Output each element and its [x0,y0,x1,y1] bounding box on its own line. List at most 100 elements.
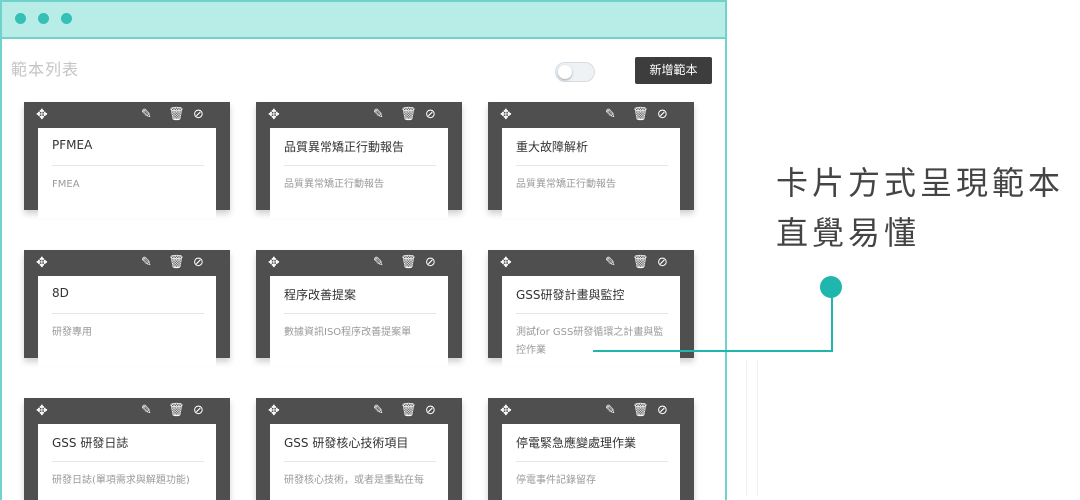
template-card[interactable]: ✥ ✎ 🗑 ⊘ 程序改善提案 數據資訊ISO程序改善提案單 [256,250,462,366]
card-toolbar: ✥ ✎ 🗑 ⊘ [488,250,694,276]
move-icon[interactable]: ✥ [36,403,48,419]
card-body[interactable]: PFMEA FMEA [38,128,216,218]
edit-icon[interactable]: ✎ [141,107,152,123]
card-body[interactable]: GSS 研發核心技術項目 研發核心技術，或者是重點在每 [270,424,448,500]
template-card[interactable]: ✥ ✎ 🗑 ⊘ 8D 研發專用 [24,250,230,366]
card-body[interactable]: GSS 研發日誌 研發日誌(單項需求與解題功能) [38,424,216,500]
edit-icon[interactable]: ✎ [141,403,152,419]
callout-line-2: 直覺易懂 [776,214,921,252]
hide-icon[interactable]: ⊘ [193,403,204,419]
view-toggle[interactable] [555,62,595,82]
callout-connector [593,350,833,352]
edit-icon[interactable]: ✎ [373,255,384,271]
delete-icon[interactable]: 🗑 [632,403,649,419]
edit-icon[interactable]: ✎ [373,403,384,419]
delete-icon[interactable]: 🗑 [400,255,417,271]
delete-icon[interactable]: 🗑 [632,107,649,123]
card-divider [52,165,204,166]
card-body[interactable]: GSS研發計畫與監控 測試for GSS研發循環之計畫與監控作業 [502,276,680,366]
card-description: 研發日誌(單項需求與解題功能) [52,475,190,486]
edit-icon[interactable]: ✎ [141,255,152,271]
card-divider [516,165,668,166]
card-divider [284,165,436,166]
hide-icon[interactable]: ⊘ [657,255,668,271]
delete-icon[interactable]: 🗑 [168,107,185,123]
delete-icon[interactable]: 🗑 [400,107,417,123]
window-dot-icon[interactable] [15,13,26,24]
card-toolbar: ✥ ✎ 🗑 ⊘ [24,102,230,128]
card-description: 品質異常矯正行動報告 [516,179,616,190]
card-description: 研發專用 [52,327,92,338]
card-toolbar: ✥ ✎ 🗑 ⊘ [24,398,230,424]
app-window: 範本列表 新增範本 ✥ ✎ 🗑 ⊘ PFMEA FMEA ✥ ✎ 🗑 ⊘ 品質異… [0,0,727,500]
card-title: GSS研發計畫與監控 [516,288,625,302]
delete-icon[interactable]: 🗑 [632,255,649,271]
card-toolbar: ✥ ✎ 🗑 ⊘ [256,250,462,276]
card-title: GSS 研發核心技術項目 [284,436,409,450]
card-description: 測試for GSS研發循環之計畫與監控作業 [516,327,664,356]
card-title: PFMEA [52,138,93,152]
add-template-button[interactable]: 新增範本 [635,57,712,84]
card-divider [516,313,668,314]
edit-icon[interactable]: ✎ [605,255,616,271]
card-body[interactable]: 8D 研發專用 [38,276,216,366]
hide-icon[interactable]: ⊘ [425,403,436,419]
move-icon[interactable]: ✥ [268,107,280,123]
window-titlebar [2,2,725,39]
card-divider [284,313,436,314]
delete-icon[interactable]: 🗑 [168,403,185,419]
template-card[interactable]: ✥ ✎ 🗑 ⊘ 品質異常矯正行動報告 品質異常矯正行動報告 [256,102,462,218]
template-card[interactable]: ✥ ✎ 🗑 ⊘ GSS 研發核心技術項目 研發核心技術，或者是重點在每 [256,398,462,500]
card-divider [52,313,204,314]
edit-icon[interactable]: ✎ [373,107,384,123]
card-toolbar: ✥ ✎ 🗑 ⊘ [256,102,462,128]
card-title: 8D [52,286,69,300]
template-card[interactable]: ✥ ✎ 🗑 ⊘ 停電緊急應變處理作業 停電事件記錄留存 [488,398,694,500]
card-divider [52,461,204,462]
template-card[interactable]: ✥ ✎ 🗑 ⊘ PFMEA FMEA [24,102,230,218]
move-icon[interactable]: ✥ [268,255,280,271]
hide-icon[interactable]: ⊘ [193,255,204,271]
card-title: 停電緊急應變處理作業 [516,436,637,450]
window-dot-icon[interactable] [38,13,49,24]
hide-icon[interactable]: ⊘ [425,107,436,123]
card-divider [516,461,668,462]
callout-text: 卡片方式呈現範本 直覺易懂 [776,158,1064,258]
card-divider [284,461,436,462]
card-description: 品質異常矯正行動報告 [284,179,384,190]
card-toolbar: ✥ ✎ 🗑 ⊘ [488,398,694,424]
template-card[interactable]: ✥ ✎ 🗑 ⊘ GSS研發計畫與監控 測試for GSS研發循環之計畫與監控作業 [488,250,694,366]
card-body[interactable]: 重大故障解析 品質異常矯正行動報告 [502,128,680,218]
divider [746,360,747,496]
move-icon[interactable]: ✥ [500,403,512,419]
card-toolbar: ✥ ✎ 🗑 ⊘ [488,102,694,128]
template-card[interactable]: ✥ ✎ 🗑 ⊘ GSS 研發日誌 研發日誌(單項需求與解題功能) [24,398,230,500]
card-description: FMEA [52,179,80,190]
card-description: 研發核心技術，或者是重點在每 [284,475,424,486]
page-title: 範本列表 [11,60,80,79]
delete-icon[interactable]: 🗑 [400,403,417,419]
card-title: 重大故障解析 [516,140,589,154]
edit-icon[interactable]: ✎ [605,107,616,123]
callout-connector [831,288,833,352]
move-icon[interactable]: ✥ [500,107,512,123]
template-card[interactable]: ✥ ✎ 🗑 ⊘ 重大故障解析 品質異常矯正行動報告 [488,102,694,218]
hide-icon[interactable]: ⊘ [657,403,668,419]
hide-icon[interactable]: ⊘ [193,107,204,123]
move-icon[interactable]: ✥ [500,255,512,271]
toggle-knob [558,65,572,79]
move-icon[interactable]: ✥ [36,255,48,271]
card-body[interactable]: 停電緊急應變處理作業 停電事件記錄留存 [502,424,680,500]
card-body[interactable]: 品質異常矯正行動報告 品質異常矯正行動報告 [270,128,448,218]
card-body[interactable]: 程序改善提案 數據資訊ISO程序改善提案單 [270,276,448,366]
move-icon[interactable]: ✥ [36,107,48,123]
window-dot-icon[interactable] [61,13,72,24]
hide-icon[interactable]: ⊘ [425,255,436,271]
card-title: 程序改善提案 [284,288,357,302]
card-title: 品質異常矯正行動報告 [284,140,405,154]
delete-icon[interactable]: 🗑 [168,255,185,271]
hide-icon[interactable]: ⊘ [657,107,668,123]
card-description: 數據資訊ISO程序改善提案單 [284,327,412,338]
edit-icon[interactable]: ✎ [605,403,616,419]
move-icon[interactable]: ✥ [268,403,280,419]
